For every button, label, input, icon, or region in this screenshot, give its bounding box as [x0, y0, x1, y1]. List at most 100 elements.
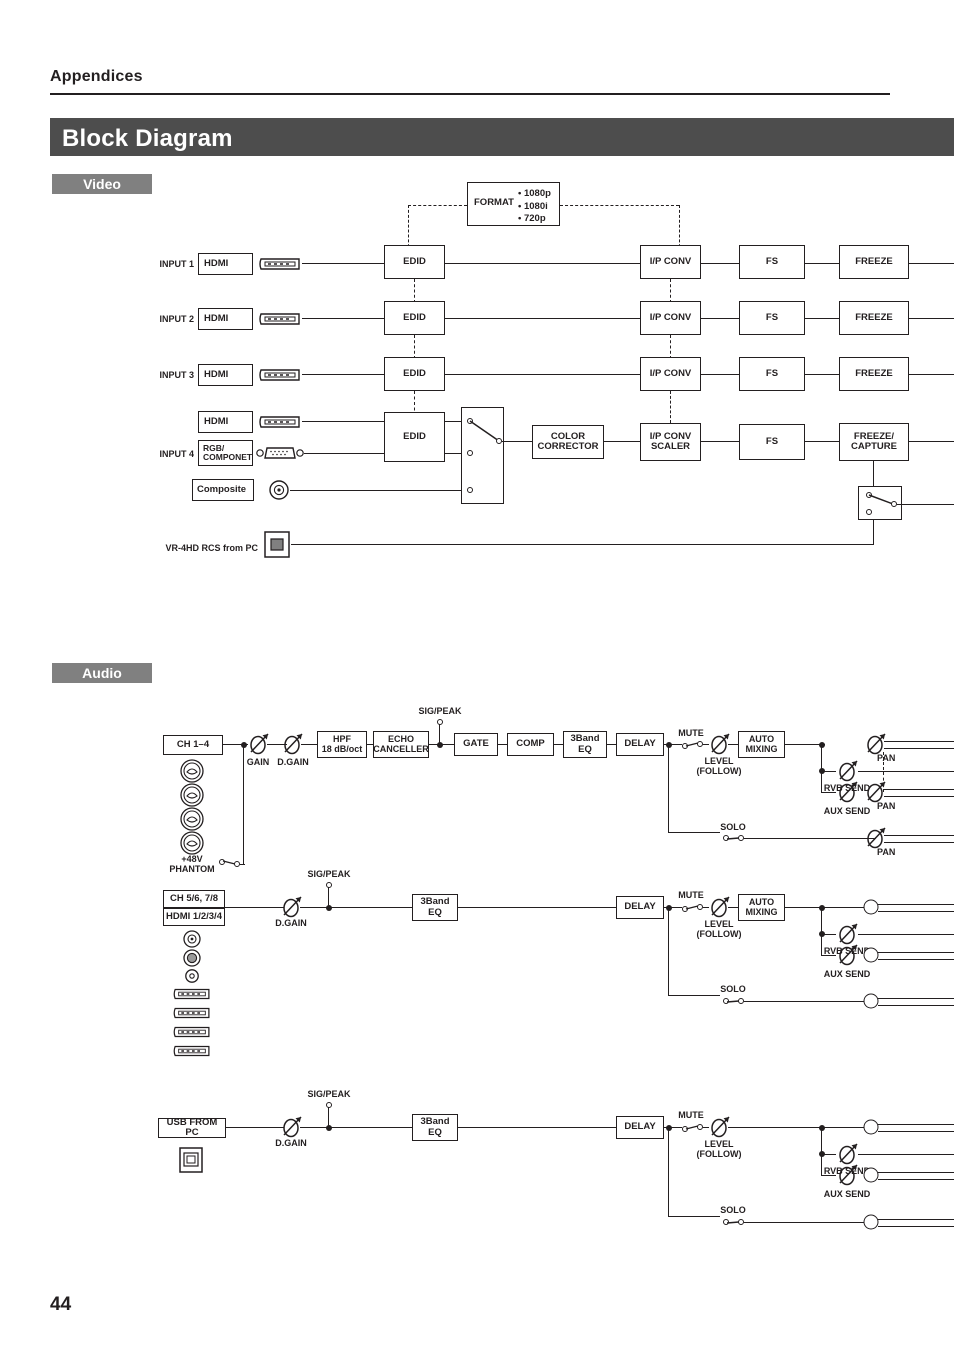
solo-wire-2a [668, 995, 720, 997]
rca-connector-icon [269, 480, 289, 500]
hpf-box: HPF 18 dB/oct [317, 731, 367, 758]
edid-3-to-ipconv [445, 374, 640, 376]
strip3-in-wire [226, 1127, 284, 1129]
edid-box-3: EDID [384, 357, 445, 391]
solo-drop-3 [668, 1128, 670, 1216]
pan-guide-1b [883, 772, 884, 792]
input-4-jack-hdmi: HDMI [198, 411, 253, 433]
pan-label-1a: PAN [877, 753, 896, 763]
format-dash-right [560, 205, 679, 206]
hdmi-connector-icon [173, 988, 210, 1000]
sigpeak-3-label: SIG/PEAK [307, 1089, 351, 1099]
pan-label-1b: PAN [877, 801, 896, 811]
phantom-label: +48V PHANTOM [169, 854, 215, 875]
input-2-wire [302, 318, 384, 320]
manual-page: Appendices Block Diagram 44 Video FORMAT… [0, 0, 954, 1350]
rca-jack-icon [185, 969, 199, 983]
strip2-solo-node [863, 993, 879, 1009]
freeze-capture-down-wire [873, 461, 875, 486]
strip1-rvb-bus [858, 771, 954, 773]
strip3-bus-R-b [878, 1179, 954, 1181]
capture-switch-lever[interactable] [862, 489, 908, 515]
fs-4-to-freeze-capture [805, 441, 839, 443]
solo-wire-1b [744, 838, 876, 840]
input-2-label: INPUT 2 [159, 314, 194, 324]
d-gain-label-2: D.GAIN [275, 918, 307, 928]
ipconv-2-to-fs [701, 318, 739, 320]
freeze-3-out [909, 374, 954, 376]
automix-2-out [785, 907, 865, 909]
selector-to-color-corrector [502, 441, 532, 443]
solo-wire-3b [744, 1222, 871, 1224]
scaler-to-fs [701, 441, 739, 443]
section-label-video: Video [52, 174, 152, 194]
strip3-rvb-bus [858, 1154, 954, 1156]
strip2-bus-L-b [878, 952, 954, 954]
rca-jack-icon [183, 949, 201, 967]
sigpeak-2-stem [328, 885, 330, 908]
edid-box-4: EDID [384, 412, 445, 462]
aux-send-knob-icon-2[interactable] [835, 942, 861, 968]
audio-source-usb-from-pc: USB FROM PC [158, 1117, 226, 1138]
ipconv-1-to-fs [701, 263, 739, 265]
freeze-1-out [909, 263, 954, 265]
strip3-bus-L-a [878, 1124, 954, 1126]
edid-box-2: EDID [384, 301, 445, 335]
vr4hd-rcs-wire [291, 544, 873, 546]
mute-label-2: MUTE [678, 890, 704, 900]
strip3-solo-bus-R [878, 1226, 954, 1228]
ip-conv-box-3: I/P CONV [640, 357, 701, 391]
xlr-combo-jack-icon [180, 831, 204, 855]
ip-conv-box-2: I/P CONV [640, 301, 701, 335]
freeze-box-1: FREEZE [839, 245, 909, 279]
strip1-bus-R-a [884, 748, 954, 750]
strip3-to-rvb [822, 1154, 836, 1156]
hdmi-connector-icon [259, 416, 300, 428]
gate-to-comp [498, 744, 507, 746]
mute-label-3: MUTE [678, 1110, 704, 1120]
input-4-jack-rgb-component: RGB/ COMPONET [198, 440, 253, 466]
usb-b-connector-icon [179, 1147, 203, 1173]
selector-lever[interactable] [463, 415, 508, 455]
solo-wire-1a [668, 832, 720, 834]
fs-box-3: FS [739, 357, 805, 391]
strip3-bus-node-a [863, 1119, 879, 1135]
strip2-dgain-to-eq [300, 907, 412, 909]
pan-guide-1a [883, 752, 884, 770]
audio-source-ch1-4: CH 1–4 [163, 735, 223, 755]
xlr-combo-jack-icon [180, 807, 204, 831]
hdmi-connector-icon [259, 313, 300, 325]
edid-dash-2 [414, 335, 415, 359]
strip3-solo-bus-L [878, 1219, 954, 1221]
aux-send-knob-icon-3[interactable] [835, 1162, 861, 1188]
strip3-solo-node [863, 1214, 879, 1230]
selector-pole-composite[interactable] [467, 487, 473, 493]
strip3-dgain-to-eq [300, 1127, 412, 1129]
strip1-solo-bus-R [884, 842, 954, 844]
three-band-eq-box-3: 3Band EQ [412, 1114, 458, 1141]
strip3-bus-L-b [878, 1172, 954, 1174]
format-option-1: • 1080i [518, 200, 548, 212]
capture-switch-out [897, 504, 954, 506]
strip1-to-rvb [822, 771, 836, 773]
solo-label-1: SOLO [720, 822, 746, 832]
input-3-wire [302, 374, 384, 376]
solo-drop-1 [668, 745, 670, 833]
sigpeak-3-indicator [326, 1102, 332, 1108]
hdmi-connector-icon [173, 1026, 210, 1038]
ipconv-dash-1 [670, 279, 671, 303]
strip2-eq-to-delay [458, 907, 616, 909]
auto-mixing-box-1: AUTO MIXING [738, 731, 785, 758]
strip1-bus-L-b [884, 789, 954, 791]
format-dash-left [408, 205, 467, 206]
running-head: Appendices [50, 68, 143, 85]
input-3-label: INPUT 3 [159, 370, 194, 380]
fs-2-to-freeze [805, 318, 839, 320]
sigpeak-2-label: SIG/PEAK [307, 869, 351, 879]
strip2-solo-bus-R [878, 1005, 954, 1007]
aux-send-knob-icon-1[interactable] [835, 779, 861, 805]
strip2-bus-R-b [878, 959, 954, 961]
strip1-bus-L-a [884, 741, 954, 743]
vr4hd-rcs-up-wire [873, 520, 875, 545]
level-follow-label-2: LEVEL (FOLLOW) [696, 919, 742, 940]
